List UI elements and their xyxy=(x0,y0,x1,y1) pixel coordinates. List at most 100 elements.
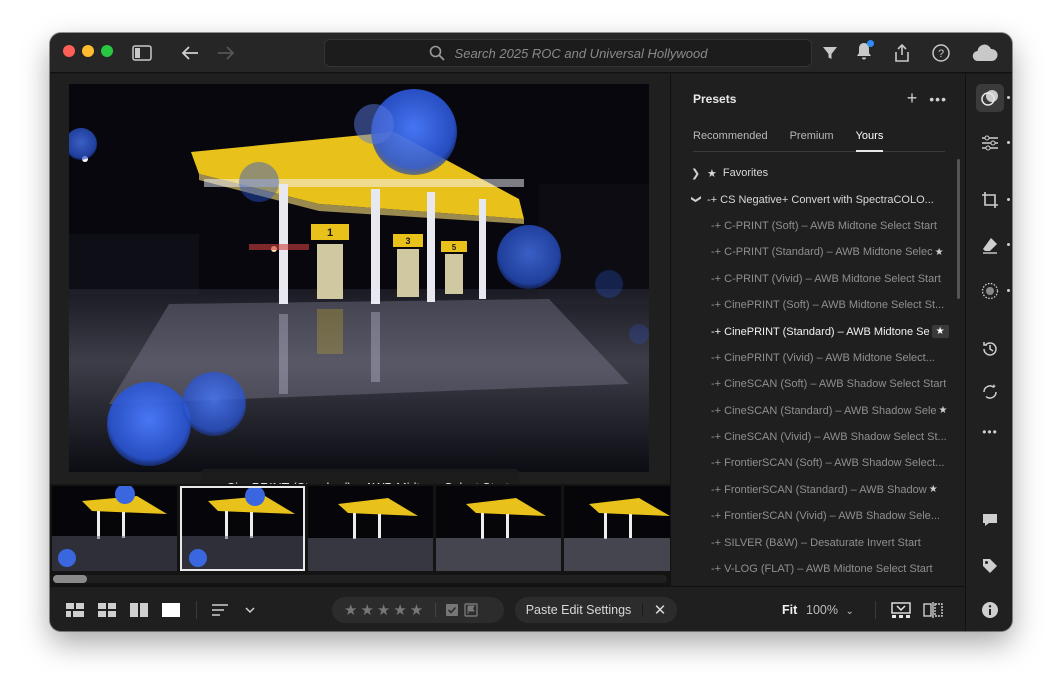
search-input[interactable]: Search 2025 ROC and Universal Hollywood xyxy=(324,39,812,67)
help-icon[interactable]: ? xyxy=(932,41,950,65)
before-after-compare-icon[interactable] xyxy=(923,601,943,619)
sidebar-toggle-icon[interactable] xyxy=(132,41,152,65)
preset-item[interactable]: -+ V-LOG (FLAT) – AWB Midtone Select Sta… xyxy=(691,556,953,582)
tab-premium[interactable]: Premium xyxy=(790,128,834,152)
preset-item-label: -+ CinePRINT (Soft) – AWB Midtone Select… xyxy=(711,299,945,312)
star-icon: ★ xyxy=(707,167,717,180)
edit-sliders-icon[interactable] xyxy=(976,129,1010,157)
search-icon xyxy=(429,45,445,61)
filmstrip-scrollbar-thumb[interactable] xyxy=(53,575,87,583)
svg-text:?: ? xyxy=(938,48,944,60)
preset-item[interactable]: -+ CineSCAN (Soft) – AWB Shadow Select S… xyxy=(691,371,953,397)
favorites-label: Favorites xyxy=(722,167,769,180)
more-options-icon[interactable]: ••• xyxy=(929,91,947,107)
masking-icon[interactable] xyxy=(976,277,1010,305)
preset-item[interactable]: -+ CineSCAN (Standard) – AWB Shadow Sele… xyxy=(691,398,953,424)
filmstrip-toggle-icon[interactable] xyxy=(891,601,911,619)
paste-edit-settings-button[interactable]: Paste Edit Settings xyxy=(515,603,643,617)
chevron-down-icon[interactable] xyxy=(245,601,255,619)
preset-item-label: -+ C-PRINT (Standard) – AWB Midtone Sele… xyxy=(711,246,933,259)
chevron-down-icon: ❯ xyxy=(691,195,703,205)
preset-item-label: -+ FrontierSCAN (Vivid) – AWB Shadow Sel… xyxy=(711,510,940,523)
minimize-window-button[interactable] xyxy=(82,45,94,57)
preset-item[interactable]: -+ C-PRINT (Standard) – AWB Midtone Sele… xyxy=(691,239,953,265)
forward-arrow-icon[interactable] xyxy=(216,41,236,65)
filmstrip-scrollbar[interactable] xyxy=(53,575,667,583)
preset-tree: ❯ ★ Favorites ❯ -+ CS Negative+ Convert … xyxy=(691,160,953,582)
preset-item[interactable]: -+ CinePRINT (Standard) – AWB Midtone Se… xyxy=(691,318,953,344)
preset-item[interactable]: -+ C-PRINT (Vivid) – AWB Midtone Select … xyxy=(691,266,953,292)
app-window: Search 2025 ROC and Universal Hollywood … xyxy=(50,33,1012,631)
more-tools-icon[interactable]: ••• xyxy=(976,418,1004,446)
back-arrow-icon[interactable] xyxy=(180,41,200,65)
healing-eraser-icon[interactable] xyxy=(976,231,1010,259)
preset-item[interactable]: -+ FrontierSCAN (Soft) – AWB Shadow Sele… xyxy=(691,450,953,476)
pump-number-3: 3 xyxy=(405,236,410,246)
share-icon[interactable] xyxy=(893,41,911,65)
filmstrip-thumbnail[interactable] xyxy=(52,486,177,571)
preset-item-label: -+ CineSCAN (Standard) – AWB Shadow Sele xyxy=(711,404,937,417)
panel-title: Presets xyxy=(693,92,737,106)
preset-item-label: -+ C-PRINT (Soft) – AWB Midtone Select S… xyxy=(711,219,937,232)
chevron-down-icon: ⌄ xyxy=(845,606,854,617)
filmstrip-thumbnail[interactable] xyxy=(308,486,433,571)
chevron-right-icon: ❯ xyxy=(691,167,701,180)
flag-pick-icon[interactable] xyxy=(445,603,459,617)
preset-group[interactable]: ❯ -+ CS Negative+ Convert with SpectraCO… xyxy=(691,186,953,212)
notifications-bell-icon[interactable] xyxy=(856,39,874,65)
cloud-sync-icon[interactable] xyxy=(972,41,998,65)
panel-scrollbar[interactable] xyxy=(957,159,960,299)
preset-item[interactable]: -+ CinePRINT (Soft) – AWB Midtone Select… xyxy=(691,292,953,318)
info-icon[interactable] xyxy=(976,596,1004,624)
favorite-star-icon[interactable]: ★ xyxy=(939,405,948,416)
edit-tool-strip: ••• xyxy=(965,74,1012,631)
single-view-icon[interactable] xyxy=(162,601,180,619)
preset-item[interactable]: -+ CinePRINT (Vivid) – AWB Midtone Selec… xyxy=(691,345,953,371)
tab-recommended[interactable]: Recommended xyxy=(693,128,768,152)
zoom-window-button[interactable] xyxy=(101,45,113,57)
filter-icon[interactable] xyxy=(822,41,838,65)
favorite-star-icon[interactable]: ★ xyxy=(929,484,938,495)
paste-edit-settings-control: Paste Edit Settings ✕ xyxy=(515,597,677,623)
preset-item[interactable]: -+ SILVER (B&W) – Desaturate Invert Star… xyxy=(691,529,953,555)
versions-sparkle-icon[interactable] xyxy=(976,378,1004,406)
favorite-star-icon[interactable]: ★ xyxy=(931,325,949,339)
square-grid-view-icon[interactable] xyxy=(98,601,116,619)
sort-icon[interactable] xyxy=(212,601,232,619)
preset-item[interactable]: -+ FrontierSCAN (Standard) – AWB Shadow ★ xyxy=(691,477,953,503)
preset-item[interactable]: -+ C-PRINT (Soft) – AWB Midtone Select S… xyxy=(691,213,953,239)
favorite-star-icon[interactable]: ★ xyxy=(935,247,944,258)
keyword-tag-icon[interactable] xyxy=(976,552,1004,580)
preset-item-label: -+ CineSCAN (Vivid) – AWB Shadow Select … xyxy=(711,431,947,444)
preset-item-label: -+ CinePRINT (Standard) – AWB Midtone Se xyxy=(711,325,930,338)
history-icon[interactable] xyxy=(976,335,1004,363)
presets-tool-icon[interactable] xyxy=(976,84,1010,112)
filmstrip-thumbnail[interactable] xyxy=(564,486,670,571)
favorites-group[interactable]: ❯ ★ Favorites xyxy=(691,160,953,186)
filmstrip-thumbnail[interactable] xyxy=(436,486,561,571)
close-icon[interactable]: ✕ xyxy=(643,601,677,619)
comments-icon[interactable] xyxy=(976,506,1004,534)
preset-item[interactable]: -+ FrontierSCAN (Vivid) – AWB Shadow Sel… xyxy=(691,503,953,529)
rating-flag-control: ★★★★★ xyxy=(332,597,504,623)
main-photo[interactable]: 1 3 5 xyxy=(69,84,649,472)
crop-icon[interactable] xyxy=(976,186,1010,214)
filmstrip xyxy=(50,484,670,586)
filmstrip-thumbnail-selected[interactable] xyxy=(180,486,305,571)
preset-item-label: -+ SILVER (B&W) – Desaturate Invert Star… xyxy=(711,536,921,549)
close-window-button[interactable] xyxy=(63,45,75,57)
tab-yours[interactable]: Yours xyxy=(855,128,884,152)
zoom-level[interactable]: 100% ⌄ xyxy=(806,603,854,617)
flag-reject-icon[interactable] xyxy=(464,603,478,617)
fit-zoom-button[interactable]: Fit xyxy=(782,603,797,617)
add-preset-icon[interactable]: + xyxy=(907,88,918,109)
preset-item[interactable]: -+ CineSCAN (Vivid) – AWB Shadow Select … xyxy=(691,424,953,450)
preset-tabs: Recommended Premium Yours xyxy=(693,128,945,152)
grid-view-icon[interactable] xyxy=(66,601,84,619)
preset-item-label: -+ V-LOG (FLAT) – AWB Midtone Select Sta… xyxy=(711,563,933,576)
pump-number-5: 5 xyxy=(452,243,457,252)
presets-panel: Presets + ••• Recommended Premium Yours … xyxy=(670,74,965,586)
compare-view-icon[interactable] xyxy=(130,601,148,619)
bottom-toolbar: ★★★★★ Paste Edit Settings ✕ Fit 100% ⌄ xyxy=(50,586,965,631)
star-rating[interactable]: ★★★★★ xyxy=(344,601,426,619)
